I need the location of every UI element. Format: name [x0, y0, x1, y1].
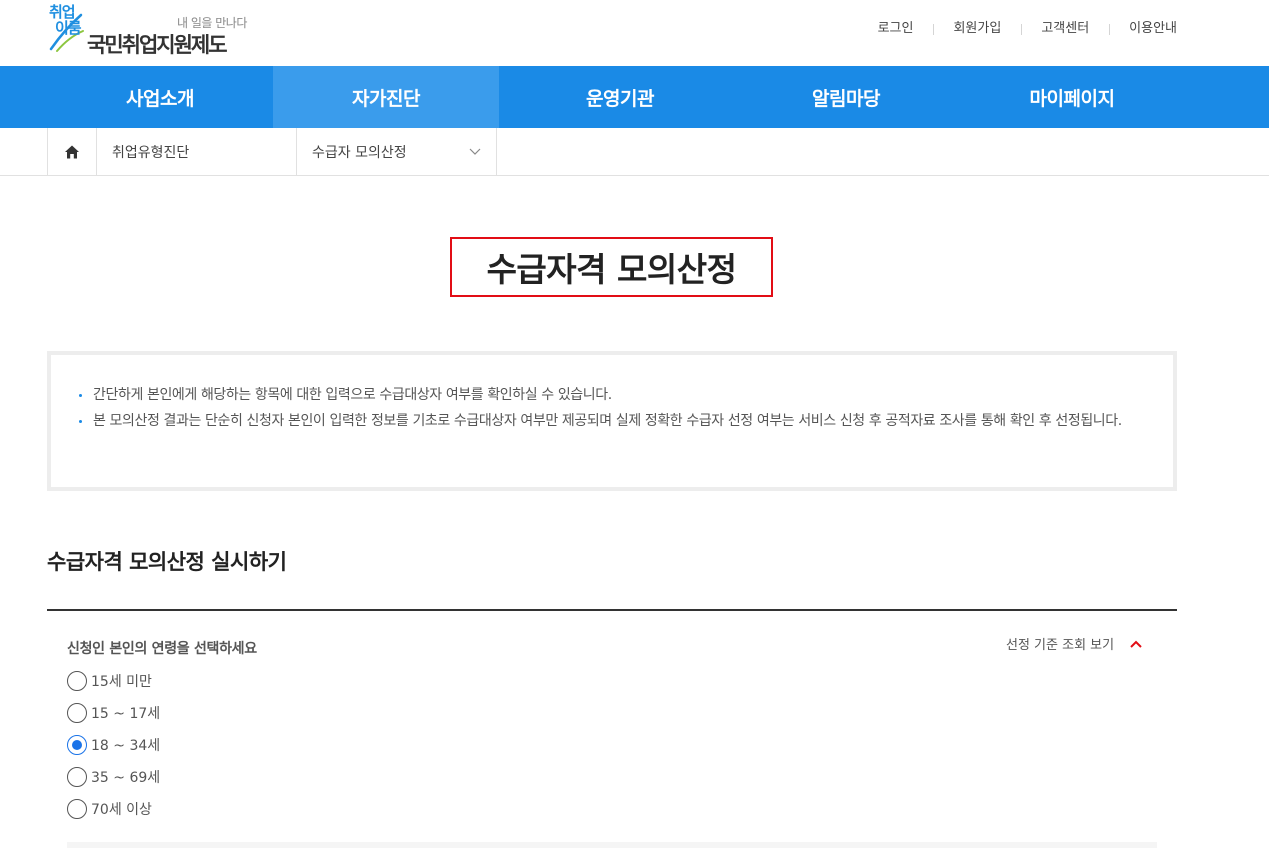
customer-center-link[interactable]: 고객센터: [1021, 20, 1109, 38]
radio-button[interactable]: [67, 767, 87, 787]
next-question-panel: [67, 842, 1157, 848]
logo-line1: 취업: [49, 3, 76, 21]
logo-line2: 이룸: [55, 19, 82, 37]
login-link[interactable]: 로그인: [858, 20, 934, 38]
site-header: 취업 이룸 내 일을 만나다 국민취업지원제도 로그인 회원가입 고객센터 이용…: [0, 0, 1269, 66]
page-title: 수급자격 모의산정: [486, 250, 737, 289]
site-logo[interactable]: 취업 이룸 내 일을 만나다 국민취업지원제도: [47, 5, 267, 61]
age-option-label: 70세 이상: [91, 802, 152, 818]
page-title-box: 수급자격 모의산정: [450, 237, 773, 297]
age-option-label: 35 ~ 69세: [91, 770, 161, 786]
usage-guide-link[interactable]: 이용안내: [1109, 20, 1177, 38]
breadcrumb-dropdown-simulation[interactable]: 수급자 모의산정: [297, 128, 497, 175]
age-option-35-69[interactable]: 35 ~ 69세: [67, 766, 160, 788]
age-options-group: 15세 미만 15 ~ 17세 18 ~ 34세 35 ~ 69세 70세 이상: [67, 670, 160, 830]
age-option-15-17[interactable]: 15 ~ 17세: [67, 702, 160, 724]
section-title: 수급자격 모의산정 실시하기: [47, 550, 287, 574]
nav-item-business-intro[interactable]: 사업소개: [47, 66, 273, 128]
age-option-label: 18 ~ 34세: [91, 738, 161, 754]
age-option-18-34[interactable]: 18 ~ 34세: [67, 734, 160, 756]
info-item: 간단하게 본인에게 해당하는 항목에 대한 입력으로 수급대상자 여부를 확인하…: [77, 385, 1147, 406]
main-navigation: 사업소개 자가진단 운영기관 알림마당 마이페이지: [0, 66, 1269, 128]
radio-button[interactable]: [67, 799, 87, 819]
signup-link[interactable]: 회원가입: [933, 20, 1021, 38]
age-option-under-15[interactable]: 15세 미만: [67, 670, 160, 692]
radio-button[interactable]: [67, 703, 87, 723]
chevron-up-icon: [1130, 640, 1142, 648]
top-utility-links: 로그인 회원가입 고객센터 이용안내: [858, 20, 1177, 38]
age-option-label: 15세 미만: [91, 674, 152, 690]
nav-item-operating-agencies[interactable]: 운영기관: [507, 66, 733, 128]
nav-item-my-page[interactable]: 마이페이지: [959, 66, 1185, 128]
radio-button-selected[interactable]: [67, 735, 87, 755]
view-criteria-button[interactable]: 선정 기준 조회 보기: [1006, 634, 1144, 653]
breadcrumb: 취업유형진단 수급자 모의산정: [0, 128, 1269, 176]
breadcrumb-item-label: 수급자 모의산정: [312, 144, 407, 161]
nav-item-self-diagnosis[interactable]: 자가진단: [273, 66, 499, 128]
radio-button[interactable]: [67, 671, 87, 691]
home-icon: [65, 145, 79, 158]
info-item: 본 모의산정 결과는 단순히 신청자 본인이 입력한 정보를 기초로 수급대상자…: [77, 411, 1147, 432]
section-divider: [47, 609, 1177, 611]
breadcrumb-item-job-type-diagnosis[interactable]: 취업유형진단: [97, 128, 297, 175]
age-option-70-plus[interactable]: 70세 이상: [67, 798, 160, 820]
age-option-label: 15 ~ 17세: [91, 706, 161, 722]
breadcrumb-home[interactable]: [47, 128, 97, 175]
view-criteria-label: 선정 기준 조회 보기: [1006, 638, 1115, 653]
chevron-down-icon: [469, 148, 481, 155]
logo-name: 국민취업지원제도: [87, 33, 228, 57]
age-question-label: 신청인 본인의 연령을 선택하세요: [67, 641, 257, 657]
info-notice-box: 간단하게 본인에게 해당하는 항목에 대한 입력으로 수급대상자 여부를 확인하…: [47, 351, 1177, 491]
nav-item-notices[interactable]: 알림마당: [733, 66, 959, 128]
